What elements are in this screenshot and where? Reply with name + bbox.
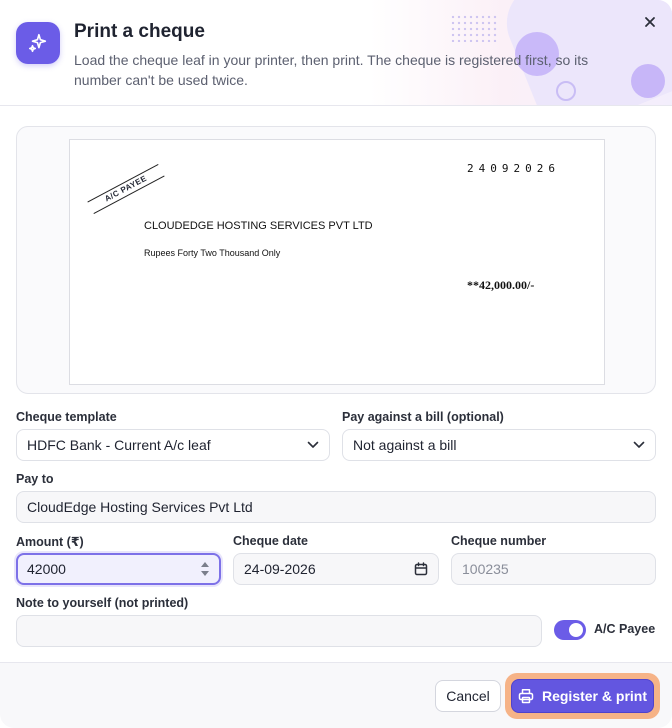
cheque-amount-figures: **42,000.00/- xyxy=(467,278,535,292)
cheque-payee-print: CLOUDEDGE HOSTING SERVICES PVT LTD xyxy=(144,220,373,232)
header-circle-decoration xyxy=(631,64,665,98)
cancel-button[interactable]: Cancel xyxy=(435,680,501,712)
pay-to-value: CloudEdge Hosting Services Pvt Ltd xyxy=(27,499,253,515)
sparkle-icon xyxy=(16,22,60,64)
ac-payee-toggle[interactable] xyxy=(554,620,586,640)
cheque-date-label: Cheque date xyxy=(233,534,309,548)
cheque-number-input[interactable]: 100235 xyxy=(451,553,656,585)
chevron-down-icon xyxy=(633,441,645,448)
cheque-number-value: 100235 xyxy=(462,561,509,577)
bill-label: Pay against a bill (optional) xyxy=(342,410,504,424)
dialog-subtitle: Load the cheque leaf in your printer, th… xyxy=(74,52,589,88)
template-label: Cheque template xyxy=(16,410,117,424)
pay-to-label: Pay to xyxy=(16,472,54,486)
note-label: Note to yourself (not printed) xyxy=(16,596,189,610)
dialog-title: Print a cheque xyxy=(74,21,205,42)
dialog-header: Print a cheque Load the cheque leaf in y… xyxy=(0,0,672,106)
calendar-icon[interactable] xyxy=(414,562,428,576)
pay-to-input[interactable]: CloudEdge Hosting Services Pvt Ltd xyxy=(16,491,656,523)
cheque-number-label: Cheque number xyxy=(451,534,547,548)
cheque-preview-panel: A/C PAYEE 24092026 CLOUDEDGE HOSTING SER… xyxy=(16,126,656,394)
cheque-date-value: 24-09-2026 xyxy=(244,561,316,577)
chevron-down-icon xyxy=(307,441,319,448)
printer-icon xyxy=(518,689,534,704)
header-dots-decoration xyxy=(450,14,498,42)
ac-payee-toggle-label: A/C Payee xyxy=(594,622,656,636)
amount-input[interactable]: 42000 xyxy=(16,553,221,585)
cheque-date-print: 24092026 xyxy=(467,162,560,175)
stepper-icon[interactable] xyxy=(200,561,210,577)
template-value: HDFC Bank - Current A/c leaf xyxy=(27,437,211,453)
print-cheque-dialog: Print a cheque Load the cheque leaf in y… xyxy=(0,0,672,728)
close-icon xyxy=(645,17,655,27)
amount-value: 42000 xyxy=(27,561,66,577)
toggle-knob xyxy=(569,623,583,637)
close-button[interactable] xyxy=(640,12,660,32)
cheque-amount-words: Rupees Forty Two Thousand Only xyxy=(144,248,281,258)
register-print-label: Register & print xyxy=(541,688,647,704)
template-select[interactable]: HDFC Bank - Current A/c leaf xyxy=(16,429,330,461)
register-print-button[interactable]: Register & print xyxy=(511,679,654,713)
cheque-date-input[interactable]: 24-09-2026 xyxy=(233,553,439,585)
cheque-leaf: A/C PAYEE 24092026 CLOUDEDGE HOSTING SER… xyxy=(69,139,605,385)
bill-select[interactable]: Not against a bill xyxy=(342,429,656,461)
bill-value: Not against a bill xyxy=(353,437,457,453)
ac-payee-crossing: A/C PAYEE xyxy=(87,164,165,214)
note-input[interactable] xyxy=(16,615,542,647)
amount-label: Amount (₹) xyxy=(16,535,84,549)
